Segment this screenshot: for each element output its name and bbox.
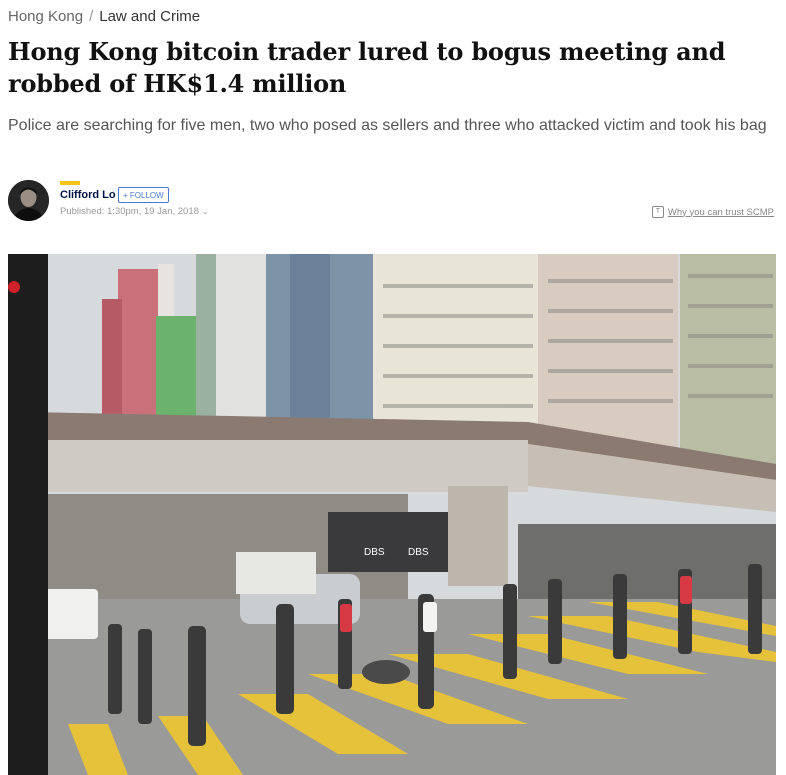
breadcrumb: Hong Kong / Law and Crime bbox=[8, 8, 200, 25]
dbs-sign: DBS bbox=[364, 547, 385, 558]
chevron-down-icon: ⌄ bbox=[201, 207, 209, 216]
breadcrumb-law-and-crime-link[interactable]: Law and Crime bbox=[99, 8, 200, 25]
breadcrumb-hong-kong-link[interactable]: Hong Kong bbox=[8, 8, 83, 25]
follow-button[interactable]: + FOLLOW bbox=[118, 187, 169, 203]
article-headline: Hong Kong bitcoin trader lured to bogus … bbox=[8, 37, 726, 98]
published-date-text: Published: 1:30pm, 19 Jan, 2018 bbox=[60, 206, 199, 217]
article-subheadline: Police are searching for five men, two w… bbox=[8, 117, 767, 134]
author-name-link[interactable]: Clifford Lo bbox=[60, 189, 116, 201]
hero-image: DBS DBS bbox=[8, 254, 776, 775]
dbs-sign-2: DBS bbox=[408, 547, 429, 558]
author-accent-bar bbox=[60, 181, 80, 185]
author-block: Clifford Lo + FOLLOW Published: 1:30pm, … bbox=[8, 178, 778, 224]
trust-scmp-link[interactable]: T Why you can trust SCMP bbox=[651, 206, 774, 218]
breadcrumb-separator: / bbox=[89, 8, 94, 25]
trust-icon: T bbox=[651, 206, 664, 218]
author-avatar[interactable] bbox=[8, 180, 49, 221]
published-date[interactable]: Published: 1:30pm, 19 Jan, 2018 ⌄ bbox=[60, 206, 209, 217]
trust-scmp-label: Why you can trust SCMP bbox=[667, 206, 774, 218]
